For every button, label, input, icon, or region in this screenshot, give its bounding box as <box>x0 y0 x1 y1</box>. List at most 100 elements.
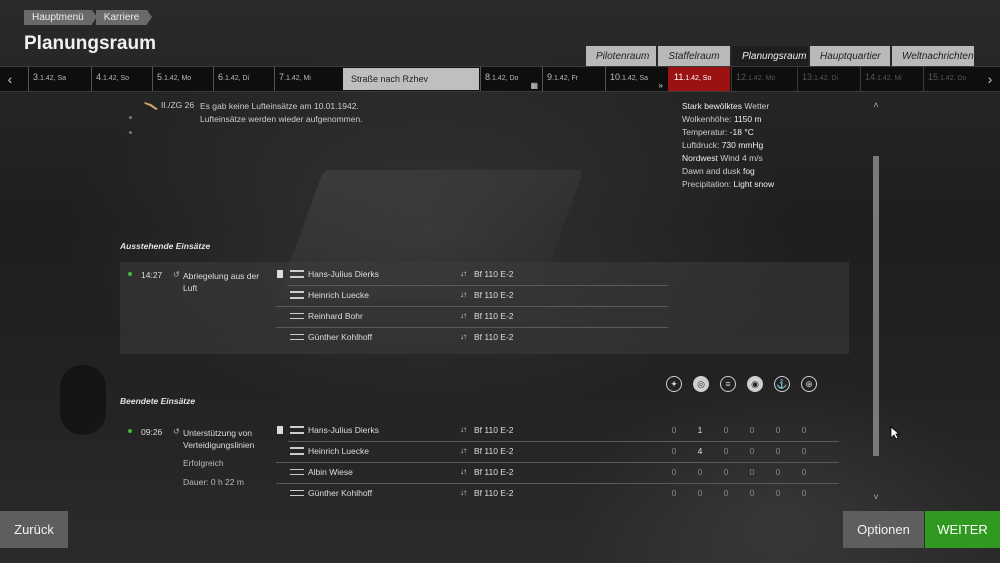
aircraft-icon: ↓↑ <box>460 269 467 278</box>
stat-value: 0 <box>749 425 755 435</box>
day-item[interactable]: 6.1.42, Di <box>213 67 274 91</box>
tab-planungsraum[interactable]: Planungsraum <box>732 46 808 68</box>
aircraft-icon: ↓↑ <box>460 425 467 434</box>
chevron-left-icon[interactable]: ‹ <box>0 67 20 91</box>
rank-insignia-icon <box>290 490 304 496</box>
stat-value: 0 <box>801 467 807 477</box>
stat-value: 0 <box>775 446 781 456</box>
pilot-name: Albin Wiese <box>308 467 353 477</box>
stat-value: 0 <box>697 467 703 477</box>
stat-value: 1 <box>697 425 703 435</box>
stat-value: 0 <box>749 467 755 477</box>
weather-wind: Nordwest Wind 4 m/s <box>682 153 763 163</box>
day-date: .1.42, Mo <box>746 75 776 82</box>
day-item[interactable]: 15.1.42, Do <box>923 67 979 91</box>
stat-value: 0 <box>801 425 807 435</box>
stat-value: 0 <box>723 446 729 456</box>
day-item[interactable]: 5.1.42, Mo <box>152 67 213 91</box>
crew-row: Hans-Julius Dierks ↓↑ Bf 110 E-2 <box>277 265 668 286</box>
ship-target-icon: ⚓ <box>774 376 790 392</box>
mission-type-icon: ↺ <box>173 270 180 279</box>
day-date: .1.42, Do <box>938 75 967 82</box>
tab-hauptquartier[interactable]: Hauptquartier <box>810 46 890 68</box>
aircraft-kills-icon: ✦ <box>666 376 682 392</box>
stat-value: 0 <box>697 488 703 498</box>
route-label[interactable]: Straße nach Rzhev <box>343 68 479 90</box>
report-line: Lufteinsätze werden wieder aufgenommen. <box>200 114 363 124</box>
stat-value: 0 <box>749 446 755 456</box>
aircraft-icon: ↓↑ <box>460 446 467 455</box>
static-target-icon: ⊕ <box>801 376 817 392</box>
day-number: 15 <box>928 72 939 82</box>
day-date: .1.42, Sa <box>620 75 649 82</box>
day-item[interactable]: 9.1.42, Fr <box>542 67 605 91</box>
day-item-current[interactable]: 11.1.42, So <box>668 67 730 91</box>
mission-name: Unterstützung von Verteidigungslinien <box>183 428 255 450</box>
scrollbar[interactable]: ˄ ˅ <box>872 100 880 502</box>
day-number: 13 <box>802 72 813 82</box>
mouse-cursor-icon <box>890 426 900 440</box>
day-item[interactable]: 7.1.42, Mi <box>274 67 341 91</box>
mission-time: 14:27 <box>141 270 163 280</box>
stat-value: 0 <box>671 425 677 435</box>
day-number: 12 <box>736 72 747 82</box>
status-dot <box>128 429 132 433</box>
aircraft-type: Bf 110 E-2 <box>474 290 514 300</box>
pilot-name: Heinrich Luecke <box>308 290 369 300</box>
stat-value: 0 <box>775 467 781 477</box>
continue-button[interactable]: WEITER <box>925 511 1000 548</box>
page-title: Planungsraum <box>24 33 156 54</box>
aircraft-icon: ↓↑ <box>460 311 467 320</box>
day-item[interactable]: 13.1.42, Di <box>797 67 859 91</box>
tab-staffelraum[interactable]: Staffelraum <box>658 46 730 68</box>
weather-precipitation: Precipitation: Light snow <box>682 179 775 189</box>
breadcrumb-career[interactable]: Karriere <box>95 10 152 25</box>
weather-fog: Dawn and dusk fog <box>682 166 755 176</box>
aircraft-wheel-silhouette <box>60 365 106 435</box>
flag-icon <box>277 270 283 278</box>
calendar-icon: ▦ <box>530 81 538 90</box>
tab-weltnachrichten[interactable]: Weltnachrichten <box>892 46 974 68</box>
options-button[interactable]: Optionen <box>843 511 924 548</box>
pilot-name: Günther Kohlhoff <box>308 488 373 498</box>
stat-value: 0 <box>723 425 729 435</box>
scroll-down-icon[interactable]: ˅ <box>872 492 880 502</box>
fast-forward-icon: » <box>658 81 663 90</box>
report-text: Es gab keine Lufteinsätze am 10.01.1942.… <box>200 100 363 126</box>
tab-pilotenraum[interactable]: Pilotenraum <box>586 46 656 68</box>
pilot-name: Reinhard Bohr <box>308 311 363 321</box>
stat-value: 0 <box>775 488 781 498</box>
ground-target-icon: ◎ <box>693 376 709 392</box>
chevron-right-icon[interactable]: › <box>980 67 1000 91</box>
crew-row: Reinhard Bohr ↓↑ Bf 110 E-2 <box>276 307 668 328</box>
day-item[interactable]: 10.1.42, Sa » <box>605 67 667 91</box>
date-timeline: ‹ 3.1.42, Sa 4.1.42, So 5.1.42, Mo 6.1.4… <box>0 66 1000 92</box>
day-item[interactable]: 4.1.42, So <box>91 67 152 91</box>
mission-type-icon: ↺ <box>173 427 180 436</box>
stat-value: 4 <box>697 446 703 456</box>
aircraft-type: Bf 110 E-2 <box>474 488 514 498</box>
armored-target-icon: ≡ <box>720 376 736 392</box>
stat-value: 0 <box>775 425 781 435</box>
back-button[interactable]: Zurück <box>0 511 68 548</box>
weather-sky: Stark bewölktes Wetter <box>682 101 770 111</box>
breadcrumb-main-menu[interactable]: Hauptmenü <box>24 10 97 25</box>
rank-insignia-icon <box>290 270 304 278</box>
flag-icon <box>277 426 283 434</box>
stat-value: 0 <box>801 446 807 456</box>
day-item[interactable]: 12.1.42, Mo <box>731 67 793 91</box>
scroll-thumb[interactable] <box>873 156 879 456</box>
day-date: .1.42, Mo <box>162 75 192 82</box>
aircraft-icon: ↓↑ <box>460 488 467 497</box>
day-item[interactable]: 3.1.42, Sa <box>28 67 91 91</box>
stat-value: 0 <box>723 467 729 477</box>
day-item[interactable]: 14.1.42, Mi <box>860 67 922 91</box>
mission-duration: Dauer: 0 h 22 m <box>183 477 244 487</box>
day-date: .1.42, So <box>101 75 130 82</box>
day-number: 11 <box>674 72 684 82</box>
scroll-up-icon[interactable]: ˄ <box>872 100 880 110</box>
stat-icons: ✦ ◎ ≡ ◉ ⚓ ⊕ <box>666 376 817 392</box>
day-item[interactable]: 8.1.42, Do ▦ <box>480 67 542 91</box>
stat-value: 0 <box>671 446 677 456</box>
squadron-emblem-icon <box>144 102 158 110</box>
